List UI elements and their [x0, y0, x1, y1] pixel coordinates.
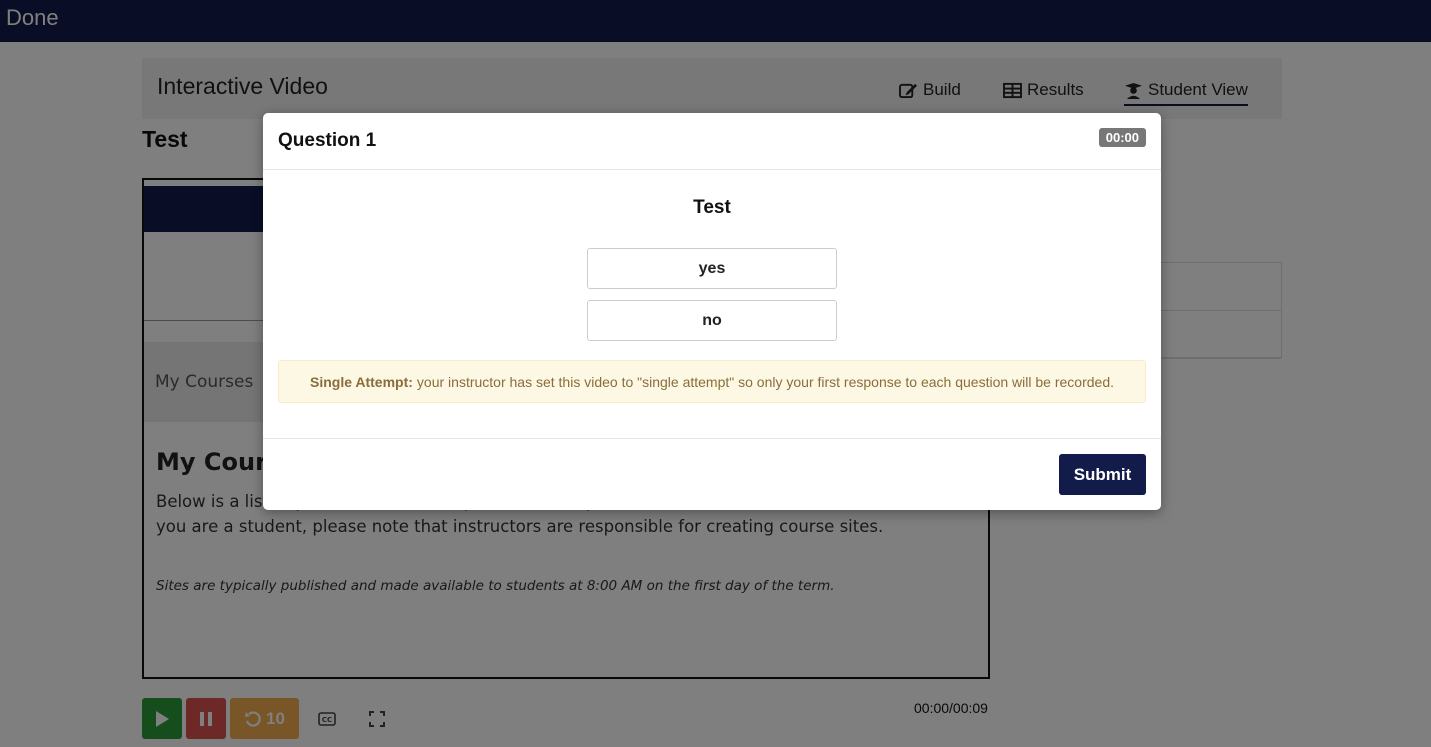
single-attempt-alert: Single Attempt: your instructor has set … [278, 360, 1146, 403]
question-text: Test [693, 197, 731, 218]
timer-badge: 00:00 [1098, 128, 1146, 147]
alert-text: your instructor has set this video to "s… [416, 373, 1114, 390]
topbar-backdrop [0, 0, 1431, 42]
answer-option-no[interactable]: no [587, 300, 837, 341]
answer-option-yes[interactable]: yes [587, 248, 837, 289]
modal-title: Question 1 [278, 130, 377, 151]
alert-strong: Single Attempt: [310, 373, 413, 390]
question-modal: Question 1 00:00 Test yes no Single Atte… [263, 113, 1161, 510]
submit-button[interactable]: Submit [1059, 454, 1146, 495]
modal-footer-divider [263, 438, 1161, 439]
modal-header: Question 1 00:00 [263, 113, 1161, 170]
